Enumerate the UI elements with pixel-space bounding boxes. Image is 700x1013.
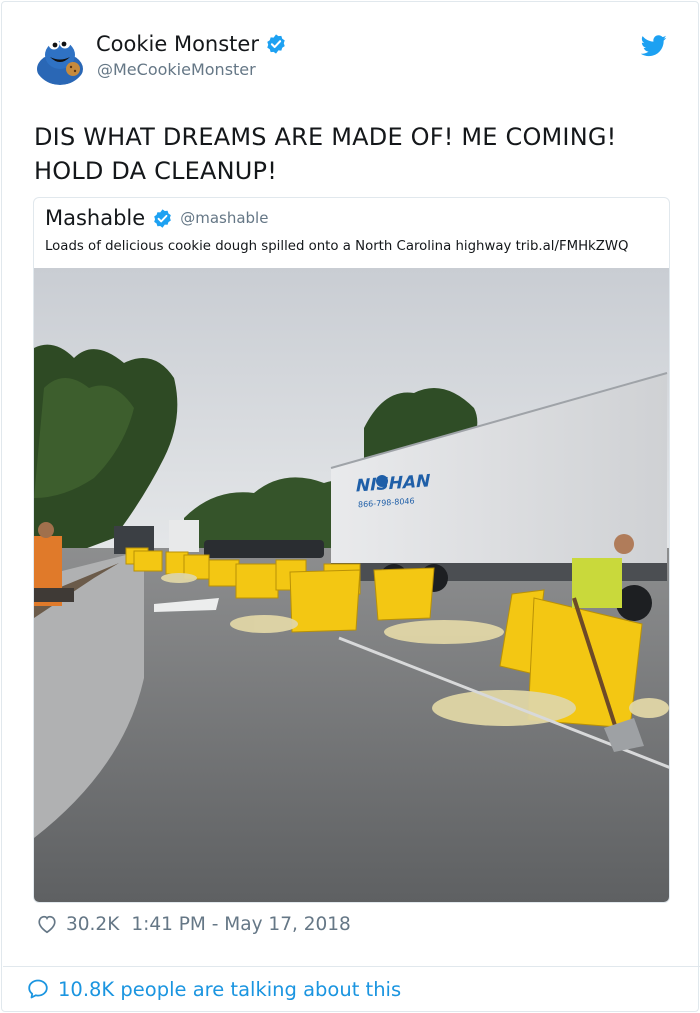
avatar[interactable] (33, 31, 87, 85)
verified-badge-icon (267, 34, 285, 54)
quoted-tweet-header: Mashable @mashable (45, 206, 268, 230)
heart-icon[interactable] (36, 913, 58, 935)
cookie-monster-avatar-icon (33, 31, 87, 85)
tweet-card: Cookie Monster @MeCookieMonster DIS WHAT… (1, 1, 700, 1012)
author-display-name[interactable]: Cookie Monster (96, 32, 259, 56)
quoted-tweet-text: Loads of delicious cookie dough spilled … (45, 239, 629, 254)
divider (3, 966, 700, 967)
talking-text[interactable]: 10.8K people are talking about this (58, 978, 401, 1001)
tweet-text-line-1: DIS WHAT DREAMS ARE MADE OF! ME COMING! (34, 123, 617, 151)
twitter-bird-icon[interactable] (641, 35, 667, 57)
timestamp[interactable]: 1:41 PM - May 17, 2018 (131, 914, 351, 935)
speech-bubble-icon (28, 979, 48, 999)
quoted-tweet[interactable]: Mashable @mashable Loads of delicious co… (33, 197, 670, 903)
quoted-author-name[interactable]: Mashable (45, 206, 145, 230)
tweet-text-line-2: HOLD DA CLEANUP! (34, 157, 278, 185)
conversation-link[interactable]: 10.8K people are talking about this (26, 977, 401, 1001)
quoted-author-handle[interactable]: @mashable (180, 209, 268, 227)
tweet-meta: 30.2K 1:41 PM - May 17, 2018 (36, 913, 351, 935)
highway-spill-photo[interactable]: NISHAN 866-798-8046 (34, 268, 670, 903)
author-name[interactable]: Cookie Monster (96, 32, 287, 56)
verified-badge-icon (154, 208, 172, 228)
like-count[interactable]: 30.2K (66, 914, 119, 935)
author-handle[interactable]: @MeCookieMonster (97, 60, 256, 79)
tweet-text: DIS WHAT DREAMS ARE MADE OF! ME COMING! … (34, 120, 674, 188)
